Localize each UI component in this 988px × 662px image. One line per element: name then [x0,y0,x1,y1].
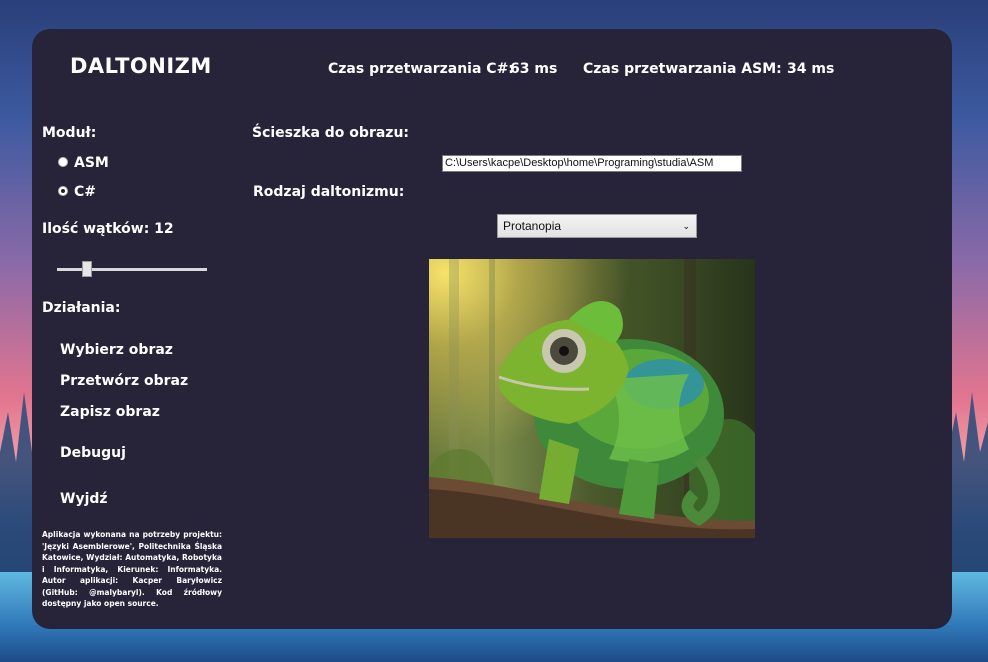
actions-label: Działania: [42,300,121,316]
exit-button[interactable]: Wyjdź [60,491,108,507]
daltonism-type-select[interactable]: Protanopia ⌄ [497,214,697,238]
choose-image-button[interactable]: Wybierz obraz [60,342,173,358]
footnote: Aplikacja wykonana na potrzeby projektu:… [42,530,222,608]
cs-time-value: 63 ms [510,61,558,77]
radio-asm[interactable]: ASM [58,155,109,171]
radio-button-checked-icon[interactable] [58,186,68,196]
radio-csharp-label: C# [74,184,97,200]
asm-time-label: Czas przetwarzania ASM: [583,61,782,77]
debug-button[interactable]: Debuguj [60,445,126,461]
app-title: DALTONIZM [70,54,212,78]
radio-asm-label: ASM [74,155,109,171]
image-preview [429,259,755,538]
image-path-label: Ścieszka do obrazu: [252,125,410,141]
background-trees-right [948,392,988,572]
radio-button-icon[interactable] [58,157,68,167]
daltonism-selected-value: Protanopia [503,219,562,233]
slider-track [57,268,207,271]
radio-csharp[interactable]: C# [58,184,96,200]
daltonism-type-label: Rodzaj daltonizmu: [253,184,405,200]
asm-time-value: 34 ms [787,61,835,77]
image-path-input[interactable]: C:\Users\kacpe\Desktop\home\Programing\s… [442,155,742,172]
threads-label: Ilość wątków: 12 [42,221,174,237]
main-window: DALTONIZM Czas przetwarzania C#: 63 ms C… [32,29,952,629]
module-label: Moduł: [42,125,97,141]
threads-slider[interactable] [57,261,207,277]
save-image-button[interactable]: Zapisz obraz [60,404,160,420]
slider-thumb[interactable] [82,261,92,277]
process-image-button[interactable]: Przetwórz obraz [60,373,188,389]
chameleon-image [429,259,755,538]
chevron-down-icon: ⌄ [682,221,690,231]
cs-time-label: Czas przetwarzania C#: [328,61,514,77]
